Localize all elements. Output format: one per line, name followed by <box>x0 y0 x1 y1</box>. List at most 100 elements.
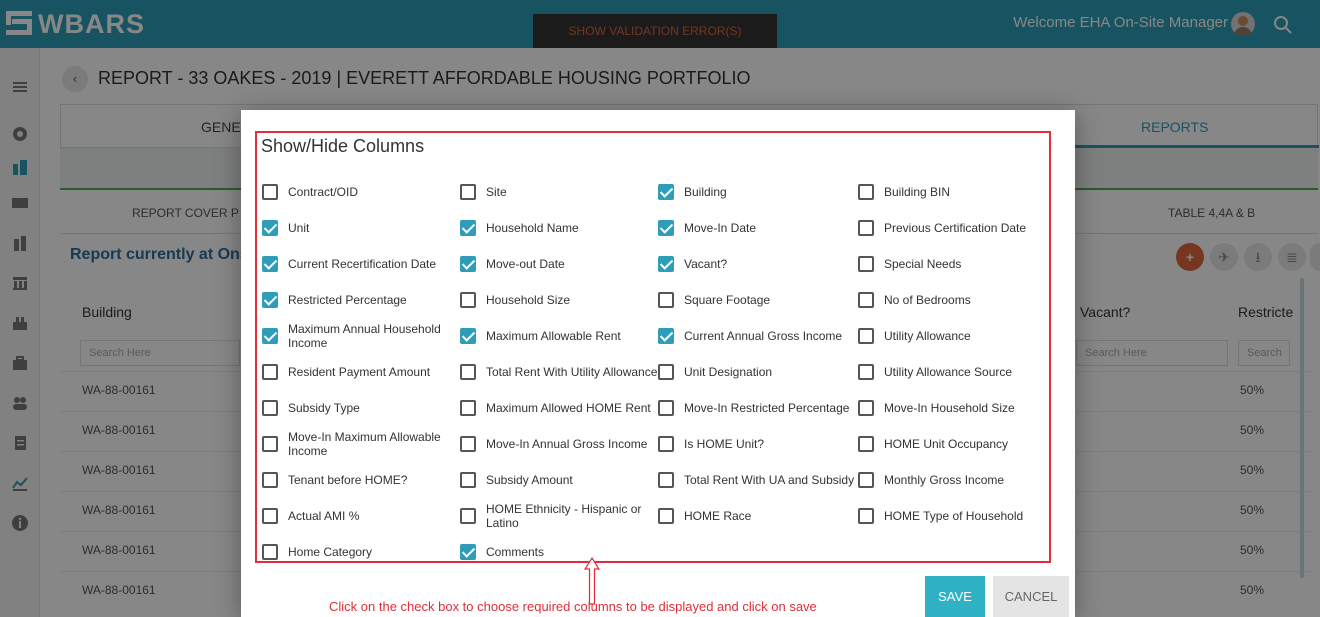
column-option-home-race[interactable]: HOME Race <box>658 498 858 534</box>
checkbox-checked[interactable] <box>262 220 278 236</box>
column-option-site[interactable]: Site <box>460 174 658 210</box>
column-option-maximum-allowed-home-rent[interactable]: Maximum Allowed HOME Rent <box>460 390 658 426</box>
checkbox-checked[interactable] <box>658 220 674 236</box>
column-option-move-in-annual-gross-income[interactable]: Move-In Annual Gross Income <box>460 426 658 462</box>
column-option-home-type-of-household[interactable]: HOME Type of Household <box>858 498 1052 534</box>
checkbox-checked[interactable] <box>262 328 278 344</box>
column-option-label: HOME Ethnicity - Hispanic or Latino <box>486 502 642 530</box>
column-option-utility-allowance-source[interactable]: Utility Allowance Source <box>858 354 1052 390</box>
column-option-maximum-allowable-rent[interactable]: Maximum Allowable Rent <box>460 318 658 354</box>
column-option-no-of-bedrooms[interactable]: No of Bedrooms <box>858 282 1052 318</box>
column-option-move-in-restricted-percentage[interactable]: Move-In Restricted Percentage <box>658 390 858 426</box>
checkbox-checked[interactable] <box>460 220 476 236</box>
checkbox-checked[interactable] <box>658 328 674 344</box>
column-option-contract-oid[interactable]: Contract/OID <box>262 174 460 210</box>
checkbox-unchecked[interactable] <box>262 364 278 380</box>
checkbox-checked[interactable] <box>262 292 278 308</box>
checkbox-unchecked[interactable] <box>262 472 278 488</box>
checkbox-unchecked[interactable] <box>460 292 476 308</box>
checkbox-unchecked[interactable] <box>262 544 278 560</box>
column-option-move-in-household-size[interactable]: Move-In Household Size <box>858 390 1052 426</box>
checkbox-unchecked[interactable] <box>262 508 278 524</box>
checkbox-checked[interactable] <box>460 544 476 560</box>
checkbox-unchecked[interactable] <box>460 472 476 488</box>
checkbox-unchecked[interactable] <box>658 508 674 524</box>
column-option-move-in-maximum-allowable-income[interactable]: Move-In Maximum Allowable Income <box>262 426 460 462</box>
column-option-label: HOME Unit Occupancy <box>884 437 1009 451</box>
column-option-move-in-date[interactable]: Move-In Date <box>658 210 858 246</box>
checkbox-unchecked[interactable] <box>858 184 874 200</box>
cancel-button[interactable]: CANCEL <box>993 576 1069 617</box>
checkbox-unchecked[interactable] <box>262 400 278 416</box>
column-option-total-rent-with-utility-allowance[interactable]: Total Rent With Utility Allowance <box>460 354 658 390</box>
column-option-label: Maximum Allowable Rent <box>486 329 621 343</box>
column-option-restricted-percentage[interactable]: Restricted Percentage <box>262 282 460 318</box>
column-option-subsidy-amount[interactable]: Subsidy Amount <box>460 462 658 498</box>
checkbox-unchecked[interactable] <box>658 364 674 380</box>
checkbox-unchecked[interactable] <box>858 436 874 452</box>
column-option-is-home-unit[interactable]: Is HOME Unit? <box>658 426 858 462</box>
column-option-resident-payment-amount[interactable]: Resident Payment Amount <box>262 354 460 390</box>
column-option-maximum-annual-household-income[interactable]: Maximum Annual Household Income <box>262 318 460 354</box>
checkbox-unchecked[interactable] <box>858 508 874 524</box>
column-option-total-rent-with-ua-and-subsidy[interactable]: Total Rent With UA and Subsidy <box>658 462 858 498</box>
checkbox-unchecked[interactable] <box>858 220 874 236</box>
column-option-label: Subsidy Amount <box>486 473 573 487</box>
column-option-label: Maximum Allowed HOME Rent <box>486 401 651 415</box>
column-option-label: Square Footage <box>684 293 771 307</box>
show-hide-columns-dialog: Show/Hide Columns Contract/OID Site Buildi… <box>241 110 1075 617</box>
checkbox-unchecked[interactable] <box>460 436 476 452</box>
column-option-unit-designation[interactable]: Unit Designation <box>658 354 858 390</box>
column-option-current-recertification-date[interactable]: Current Recertification Date <box>262 246 460 282</box>
checkbox-checked[interactable] <box>460 256 476 272</box>
checkbox-unchecked[interactable] <box>858 292 874 308</box>
column-option-label: Building <box>684 185 727 199</box>
column-option-unit[interactable]: Unit <box>262 210 460 246</box>
column-option-comments[interactable]: Comments <box>460 534 658 570</box>
checkbox-checked[interactable] <box>658 256 674 272</box>
checkbox-checked[interactable] <box>658 184 674 200</box>
column-option-monthly-gross-income[interactable]: Monthly Gross Income <box>858 462 1052 498</box>
save-button[interactable]: SAVE <box>925 576 985 617</box>
column-option-tenant-before-home[interactable]: Tenant before HOME? <box>262 462 460 498</box>
column-option-label: Utility Allowance Source <box>884 365 1013 379</box>
checkbox-checked[interactable] <box>460 328 476 344</box>
checkbox-unchecked[interactable] <box>460 508 476 524</box>
column-option-actual-ami[interactable]: Actual AMI % <box>262 498 460 534</box>
column-option-previous-certification-date[interactable]: Previous Certification Date <box>858 210 1052 246</box>
column-option-current-annual-gross-income[interactable]: Current Annual Gross Income <box>658 318 858 354</box>
checkbox-unchecked[interactable] <box>858 256 874 272</box>
checkbox-unchecked[interactable] <box>262 436 278 452</box>
checkbox-unchecked[interactable] <box>460 364 476 380</box>
column-option-utility-allowance[interactable]: Utility Allowance <box>858 318 1052 354</box>
checkbox-unchecked[interactable] <box>658 400 674 416</box>
column-option-label: Move-In Date <box>684 221 757 235</box>
checkbox-unchecked[interactable] <box>658 436 674 452</box>
column-option-household-name[interactable]: Household Name <box>460 210 658 246</box>
checkbox-unchecked[interactable] <box>858 328 874 344</box>
column-option-home-ethnicity-hispanic-or-latino[interactable]: HOME Ethnicity - Hispanic or Latino <box>460 498 658 534</box>
checkbox-unchecked[interactable] <box>858 364 874 380</box>
checkbox-unchecked[interactable] <box>460 184 476 200</box>
checkbox-unchecked[interactable] <box>262 184 278 200</box>
column-option-building[interactable]: Building <box>658 174 858 210</box>
checkbox-checked[interactable] <box>262 256 278 272</box>
checkbox-unchecked[interactable] <box>858 400 874 416</box>
column-option-label: Maximum Annual Household Income <box>288 322 441 350</box>
checkbox-unchecked[interactable] <box>658 472 674 488</box>
column-option-home-category[interactable]: Home Category <box>262 534 460 570</box>
column-option-special-needs[interactable]: Special Needs <box>858 246 1052 282</box>
column-option-subsidy-type[interactable]: Subsidy Type <box>262 390 460 426</box>
column-option-building-bin[interactable]: Building BIN <box>858 174 1052 210</box>
column-option-move-out-date[interactable]: Move-out Date <box>460 246 658 282</box>
checkbox-unchecked[interactable] <box>460 400 476 416</box>
column-option-vacant[interactable]: Vacant? <box>658 246 858 282</box>
column-option-label: Current Annual Gross Income <box>684 329 843 343</box>
column-option-household-size[interactable]: Household Size <box>460 282 658 318</box>
checkbox-unchecked[interactable] <box>858 472 874 488</box>
column-option-label: Unit <box>288 221 310 235</box>
column-option-label: HOME Type of Household <box>884 509 1024 523</box>
column-option-square-footage[interactable]: Square Footage <box>658 282 858 318</box>
column-option-home-unit-occupancy[interactable]: HOME Unit Occupancy <box>858 426 1052 462</box>
checkbox-unchecked[interactable] <box>658 292 674 308</box>
